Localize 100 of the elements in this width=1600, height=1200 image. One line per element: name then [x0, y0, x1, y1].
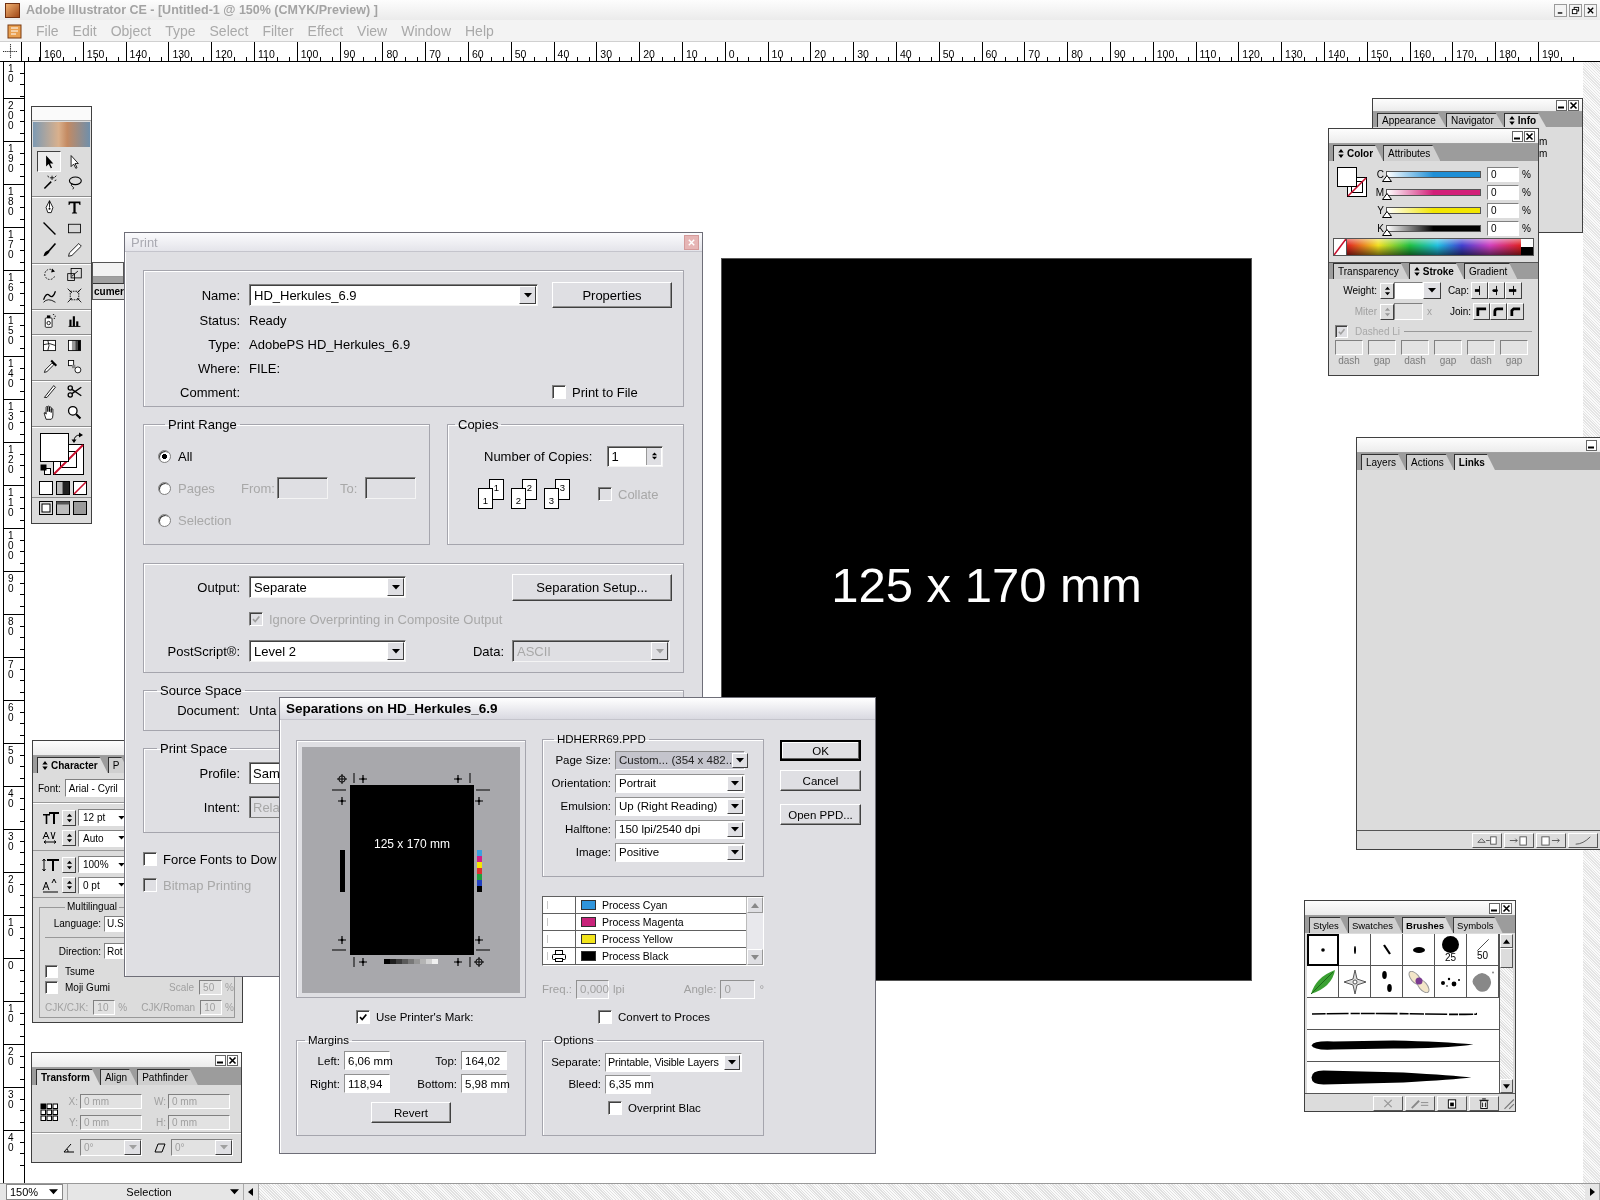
- color-spectrum-bar[interactable]: [1347, 239, 1521, 255]
- dialog-button[interactable]: Cancel: [780, 770, 861, 791]
- edit-original-icon[interactable]: [1568, 832, 1598, 848]
- postscript-level-dropdown[interactable]: Level 2: [249, 640, 406, 662]
- dash-field[interactable]: [1467, 340, 1495, 355]
- ink-name[interactable]: Process Magenta: [602, 916, 684, 928]
- setting-dropdown[interactable]: Positive: [615, 842, 745, 862]
- checkbox[interactable]: [552, 385, 566, 399]
- bevel-join-icon[interactable]: [1507, 303, 1524, 320]
- properties-button[interactable]: Properties: [552, 282, 672, 308]
- copies-field[interactable]: 1: [607, 445, 664, 467]
- slider-thumb[interactable]: [1382, 228, 1392, 236]
- type-setting-field[interactable]: 100%: [78, 856, 127, 873]
- remove-stroke-icon[interactable]: [1373, 1095, 1403, 1111]
- minimize-icon[interactable]: [1586, 439, 1597, 451]
- type-setting-field[interactable]: 0 pt: [78, 876, 127, 894]
- gradient-mode-icon[interactable]: [56, 481, 70, 495]
- vertical-scrollbar[interactable]: [1583, 850, 1600, 1183]
- slider-thumb[interactable]: [1382, 192, 1392, 200]
- scrollbar[interactable]: [1499, 934, 1513, 1093]
- miter-limit-field[interactable]: [1394, 303, 1423, 320]
- spinner-icon[interactable]: [646, 447, 662, 465]
- scrollbar-thumb[interactable]: [1500, 948, 1513, 968]
- dash-field[interactable]: [1335, 340, 1363, 355]
- palette-tab[interactable]: Links: [1453, 454, 1495, 470]
- checkbox[interactable]: [356, 1010, 370, 1024]
- caret-icon[interactable]: [230, 1189, 239, 1195]
- up-down-arrows-icon[interactable]: [1413, 267, 1420, 276]
- setting-dropdown[interactable]: 150 lpi/2540 dpi: [615, 819, 745, 839]
- to-page-field[interactable]: [365, 477, 416, 499]
- full-screen-menu-icon[interactable]: [56, 501, 70, 515]
- full-screen-icon[interactable]: [73, 501, 87, 515]
- palette-tab[interactable]: Info: [1503, 113, 1547, 127]
- butt-cap-icon[interactable]: [1471, 282, 1488, 299]
- relink-icon[interactable]: [1472, 832, 1502, 848]
- minimize-icon[interactable]: [1556, 99, 1567, 111]
- profile-dropdown[interactable]: Sam: [249, 762, 280, 784]
- value-field[interactable]: 0: [1487, 184, 1519, 200]
- palette-tab[interactable]: Character: [37, 757, 108, 773]
- slider-thumb[interactable]: [1382, 210, 1392, 218]
- value-field[interactable]: 0: [1487, 202, 1519, 218]
- palette-tab[interactable]: cumer: [93, 283, 124, 299]
- default-colors-icon[interactable]: [40, 464, 51, 475]
- up-down-arrows-icon[interactable]: [42, 761, 48, 770]
- document-icon[interactable]: [7, 22, 23, 39]
- palette-tab[interactable]: Appearance: [1377, 113, 1446, 127]
- scroll-down-icon[interactable]: [1500, 1079, 1513, 1093]
- dash-field[interactable]: [1401, 340, 1429, 355]
- checkbox[interactable]: [45, 964, 58, 978]
- ruler-origin-icon[interactable]: [0, 42, 22, 61]
- palette-tab[interactable]: Actions: [1406, 454, 1454, 470]
- margin-field[interactable]: 164,02: [461, 1051, 507, 1070]
- dash-field[interactable]: [1434, 340, 1462, 355]
- palette-tab[interactable]: Brushes: [1402, 917, 1454, 933]
- brush-swatch[interactable]: 25: [1435, 934, 1467, 966]
- up-down-arrows-icon[interactable]: [1338, 149, 1344, 158]
- slider-thumb[interactable]: [1382, 174, 1392, 182]
- palette-tab[interactable]: Styles: [1309, 917, 1348, 933]
- horizontal-scrollbar[interactable]: [259, 1184, 1585, 1200]
- setting-dropdown[interactable]: Custom... (354 x 482..: [615, 750, 745, 770]
- brush-swatch[interactable]: [1371, 966, 1403, 998]
- value-field[interactable]: 0: [1487, 166, 1519, 182]
- dash-field[interactable]: [1368, 340, 1396, 355]
- palette-tab[interactable]: Layers: [1361, 454, 1406, 470]
- value-field[interactable]: 0: [1487, 220, 1519, 236]
- arrow-pointer-icon[interactable]: [37, 151, 61, 172]
- brush-swatch[interactable]: [1467, 966, 1499, 998]
- brush-swatch[interactable]: 50: [1467, 934, 1499, 966]
- palette-tab[interactable]: Attributes: [1383, 145, 1441, 161]
- palette-tab[interactable]: Transparency: [1333, 263, 1409, 279]
- checkbox[interactable]: [45, 981, 58, 994]
- close-icon[interactable]: [1501, 902, 1512, 914]
- margin-field[interactable]: 118,94: [344, 1074, 390, 1093]
- none-swatch-icon[interactable]: [1334, 239, 1347, 255]
- palette-tab[interactable]: Gradient: [1463, 263, 1518, 279]
- brush-swatch[interactable]: [1307, 966, 1339, 998]
- margin-field[interactable]: 6,06 mm: [344, 1051, 390, 1070]
- zoom-level-dropdown[interactable]: 150%: [6, 1184, 63, 1200]
- type-setting-field[interactable]: 12 pt: [78, 809, 127, 826]
- radio-button[interactable]: [158, 449, 171, 463]
- brush-swatch[interactable]: [1403, 966, 1435, 998]
- reference-point-icon[interactable]: [40, 1102, 59, 1122]
- ink-name[interactable]: Process Black: [602, 950, 669, 962]
- none-mode-icon[interactable]: [73, 481, 87, 495]
- setting-dropdown[interactable]: Up (Right Reading): [615, 796, 745, 816]
- checkbox[interactable]: [598, 1010, 612, 1024]
- printer-name-dropdown[interactable]: HD_Herkules_6.9: [249, 284, 538, 306]
- close-icon[interactable]: [1568, 99, 1579, 111]
- square-cap-icon[interactable]: [1505, 282, 1522, 299]
- brush-swatch[interactable]: [1403, 934, 1435, 966]
- brush-options-icon[interactable]: [1405, 1095, 1435, 1111]
- bleed-field[interactable]: 6,35 mm: [605, 1074, 651, 1094]
- font-field[interactable]: Arial - Cyril: [64, 779, 125, 797]
- palette-tab[interactable]: Color: [1333, 145, 1384, 161]
- miter-join-icon[interactable]: [1473, 303, 1490, 320]
- ink-name[interactable]: Process Cyan: [602, 899, 668, 911]
- preset-swatch-icon[interactable]: [1521, 239, 1533, 255]
- swap-arrows-icon[interactable]: [71, 432, 83, 443]
- from-page-field[interactable]: [277, 477, 328, 499]
- round-join-icon[interactable]: [1490, 303, 1507, 320]
